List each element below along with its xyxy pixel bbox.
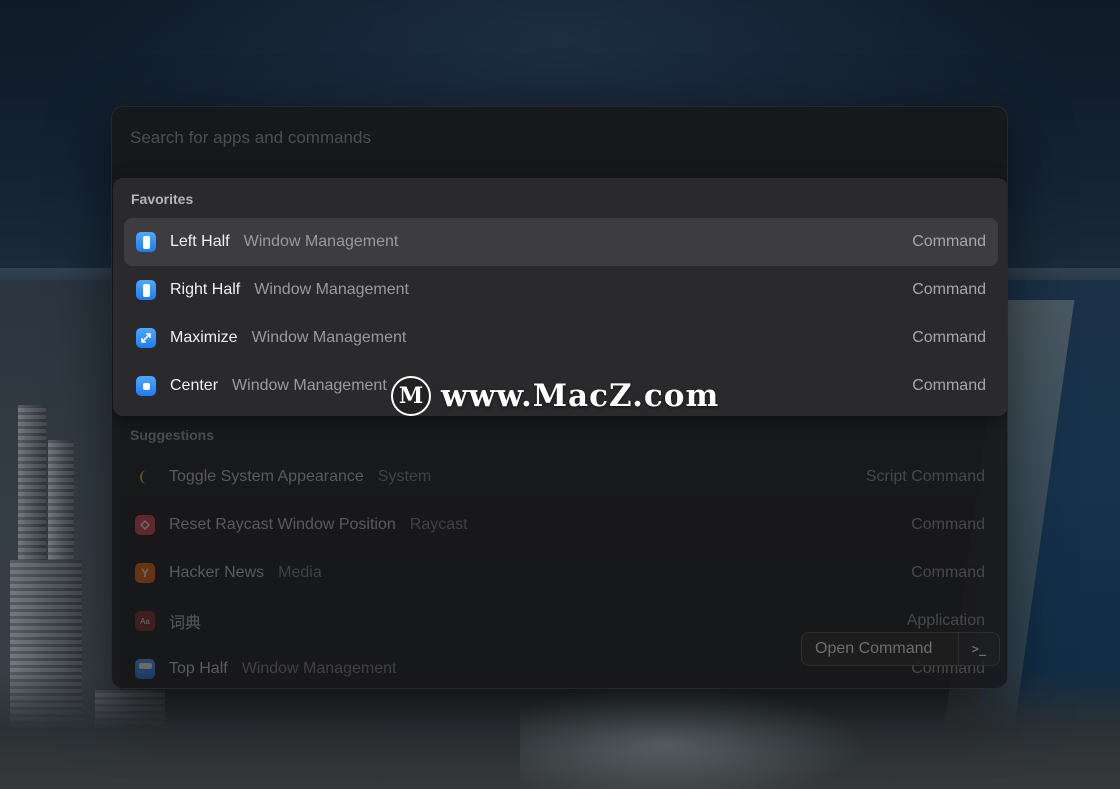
item-title: Reset Raycast Window Position [169,516,396,533]
item-title: Toggle System Appearance [169,468,364,485]
list-item-maximize[interactable]: Maximize Window Management Command [124,314,998,362]
item-type: Command [912,281,986,298]
item-subtitle: System [377,468,432,485]
item-type: Command [911,564,985,581]
item-type: Command [912,329,986,346]
item-subtitle: Window Management [241,660,397,677]
list-item-hacker-news[interactable]: Y Hacker News Media Command [123,549,997,597]
window-maximize-icon [136,328,156,348]
list-item-left-half[interactable]: Left Half Window Management Command [124,218,998,266]
item-subtitle: Raycast [409,516,468,533]
item-title: Maximize [170,329,238,346]
list-item-right-half[interactable]: Right Half Window Management Command [124,266,998,314]
window-center-icon [136,376,156,396]
item-subtitle: Window Management [251,329,407,346]
list-item-center[interactable]: Center Window Management Command [124,362,998,410]
window-top-half-icon [135,659,155,679]
search-input[interactable] [112,107,1007,169]
item-subtitle: Window Management [254,281,409,298]
item-type: Command [912,233,986,250]
list-item-reset-raycast-window-position[interactable]: Reset Raycast Window Position Raycast Co… [123,501,997,549]
item-title: Left Half [170,233,230,250]
raycast-logo-icon [135,515,155,535]
window-left-half-icon [136,232,156,252]
item-title: Center [170,377,219,394]
item-title: Right Half [170,281,241,298]
item-type: Command [911,516,985,533]
raycast-window: Favorites Left Half Window Management Co… [111,106,1008,689]
item-type: Script Command [865,468,985,485]
terminal-icon[interactable]: >_ [959,642,999,656]
suggestions-label: Suggestions [130,427,215,443]
item-title: Top Half [169,660,228,677]
item-subtitle: Window Management [243,233,399,250]
action-bar: Open Command >_ [801,632,1000,666]
dictionary-app-icon: Aa [135,611,155,631]
item-type: Command [912,377,986,394]
item-title: 词典 [169,615,202,632]
item-subtitle: Window Management [232,377,387,394]
favorites-section: Favorites Left Half Window Management Co… [113,178,1007,416]
item-subtitle: Media [278,564,322,581]
open-command-button[interactable]: Open Command [802,640,958,658]
item-title: Hacker News [169,564,265,581]
favorites-label: Favorites [131,191,194,207]
hacker-news-icon: Y [135,563,155,583]
list-item-toggle-system-appearance[interactable]: Toggle System Appearance System Script C… [123,453,997,501]
window-right-half-icon [136,280,156,300]
moon-icon [135,467,155,487]
item-type: Application [906,612,985,629]
